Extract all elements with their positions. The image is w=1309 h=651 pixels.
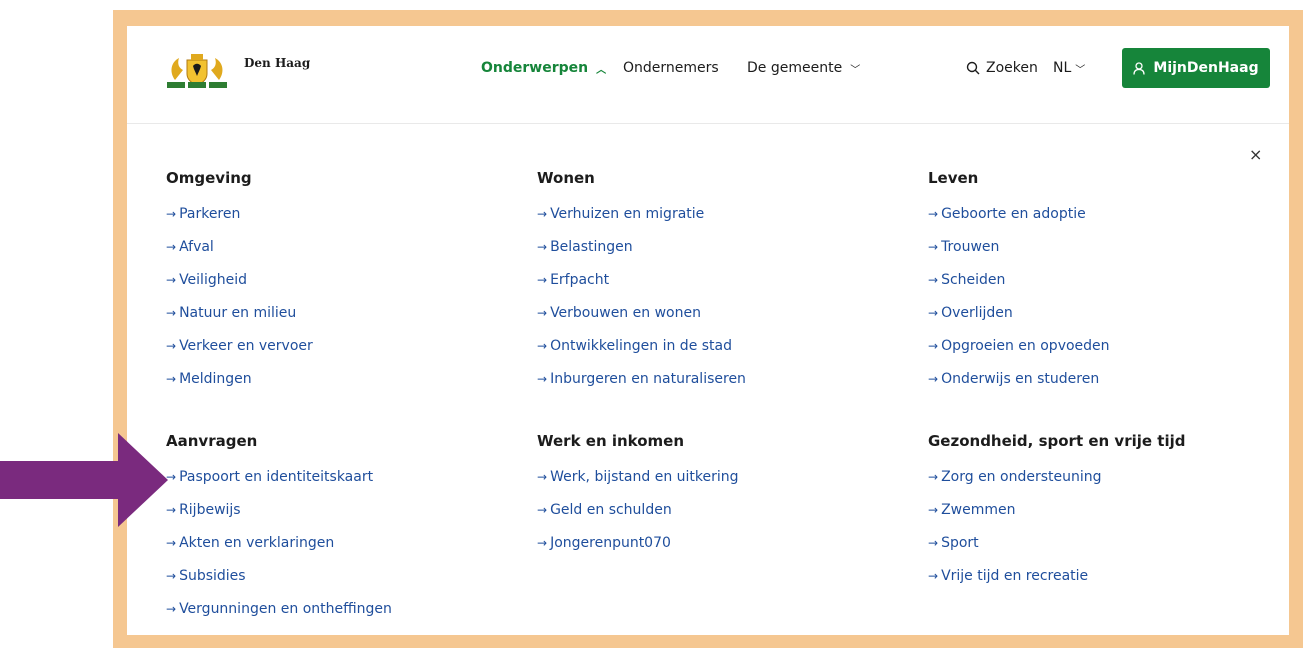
logo-text[interactable]: Den Haag bbox=[244, 56, 310, 70]
menu-link[interactable]: → Subsidies bbox=[166, 568, 392, 601]
menu-link[interactable]: → Onderwijs en studeren bbox=[928, 371, 1110, 404]
chevron-down-icon: ﹀ bbox=[850, 64, 861, 76]
section-title: Werk en inkomen bbox=[537, 432, 685, 450]
site-header: Den Haag Onderwerpen ︿ Ondernemers De ge… bbox=[127, 26, 1289, 124]
menu-link[interactable]: → Opgroeien en opvoeden bbox=[928, 338, 1110, 371]
menu-link-paspoort[interactable]: → Paspoort en identiteitskaart bbox=[166, 469, 392, 502]
menu-link[interactable]: → Verhuizen en migratie bbox=[537, 206, 746, 239]
menu-link[interactable]: → Jongerenpunt070 bbox=[537, 535, 739, 568]
menu-section-leven: Leven → Geboorte en adoptie → Trouwen → Sch… bbox=[928, 169, 1110, 404]
menu-link[interactable]: → Zwemmen bbox=[928, 502, 1185, 535]
menu-link[interactable]: → Trouwen bbox=[928, 239, 1110, 272]
menu-link[interactable]: → Belastingen bbox=[537, 239, 746, 272]
menu-section-werk-en-inkomen: Werk en inkomen → Werk, bijstand en uitke… bbox=[537, 432, 739, 568]
menu-link[interactable]: → Vergunningen en ontheffingen bbox=[166, 601, 392, 634]
menu-link[interactable]: → Ontwikkelingen in de stad bbox=[537, 338, 746, 371]
mijndenhaag-button[interactable]: MijnDenHaag bbox=[1122, 48, 1270, 88]
menu-link[interactable]: → Parkeren bbox=[166, 206, 313, 239]
menu-section-wonen: Wonen → Verhuizen en migratie → Belastinge… bbox=[537, 169, 746, 404]
section-title: Aanvragen bbox=[166, 432, 258, 450]
nav-ondernemers[interactable]: Ondernemers bbox=[623, 60, 719, 76]
search-button[interactable]: Zoeken bbox=[966, 60, 1038, 76]
menu-link[interactable]: → Rijbewijs bbox=[166, 502, 392, 535]
menu-section-gezondheid: Gezondheid, sport en vrije tijd → Zorg en… bbox=[928, 432, 1185, 601]
language-selector[interactable]: NL ﹀ bbox=[1053, 60, 1085, 76]
section-title: Leven bbox=[928, 169, 979, 187]
search-icon bbox=[966, 61, 980, 75]
nav-onderwerpen[interactable]: Onderwerpen ︿ bbox=[481, 60, 606, 76]
menu-link[interactable]: → Inburgeren en naturaliseren bbox=[537, 371, 746, 404]
nav-onderwerpen-label: Onderwerpen bbox=[481, 60, 589, 76]
menu-link[interactable]: → Overlijden bbox=[928, 305, 1110, 338]
menu-link[interactable]: → Afval bbox=[166, 239, 313, 272]
nav-de-gemeente-label: De gemeente bbox=[747, 60, 843, 76]
menu-link[interactable]: → Veiligheid bbox=[166, 272, 313, 305]
language-label: NL bbox=[1053, 60, 1072, 76]
search-label: Zoeken bbox=[986, 60, 1038, 76]
menu-link[interactable]: → Zorg en ondersteuning bbox=[928, 469, 1185, 502]
chevron-down-icon: ﹀ bbox=[1075, 64, 1086, 76]
menu-link[interactable]: → Geboorte en adoptie bbox=[928, 206, 1110, 239]
menu-link[interactable]: → Verkeer en vervoer bbox=[166, 338, 313, 371]
den-haag-coat-of-arms-logo[interactable] bbox=[165, 50, 229, 90]
annotation-arrow-icon bbox=[0, 433, 168, 527]
menu-link[interactable]: → Verbouwen en wonen bbox=[537, 305, 746, 338]
menu-panel: Den Haag Onderwerpen ︿ Ondernemers De ge… bbox=[127, 26, 1289, 635]
user-icon bbox=[1133, 61, 1146, 75]
menu-link[interactable]: → Erfpacht bbox=[537, 272, 746, 305]
menu-link[interactable]: → Natuur en milieu bbox=[166, 305, 313, 338]
menu-link[interactable]: → Geld en schulden bbox=[537, 502, 739, 535]
menu-section-omgeving: Omgeving → Parkeren → Afval → Veiligheid → N… bbox=[166, 169, 313, 404]
close-icon[interactable]: × bbox=[1249, 145, 1262, 164]
nav-ondernemers-label: Ondernemers bbox=[623, 60, 719, 76]
chevron-up-icon: ︿ bbox=[596, 64, 607, 76]
menu-link[interactable]: → Werk, bijstand en uitkering bbox=[537, 469, 739, 502]
mijndenhaag-label: MijnDenHaag bbox=[1153, 60, 1259, 76]
menu-link[interactable]: → Scheiden bbox=[928, 272, 1110, 305]
menu-section-aanvragen: Aanvragen → Paspoort en identiteitskaart … bbox=[166, 432, 392, 634]
menu-link[interactable]: → Vrije tijd en recreatie bbox=[928, 568, 1185, 601]
menu-link[interactable]: → Meldingen bbox=[166, 371, 313, 404]
section-title: Gezondheid, sport en vrije tijd bbox=[928, 432, 1186, 450]
menu-link[interactable]: → Sport bbox=[928, 535, 1185, 568]
section-title: Omgeving bbox=[166, 169, 252, 187]
section-title: Wonen bbox=[537, 169, 595, 187]
nav-de-gemeente[interactable]: De gemeente ﹀ bbox=[747, 60, 860, 76]
menu-link[interactable]: → Akten en verklaringen bbox=[166, 535, 392, 568]
